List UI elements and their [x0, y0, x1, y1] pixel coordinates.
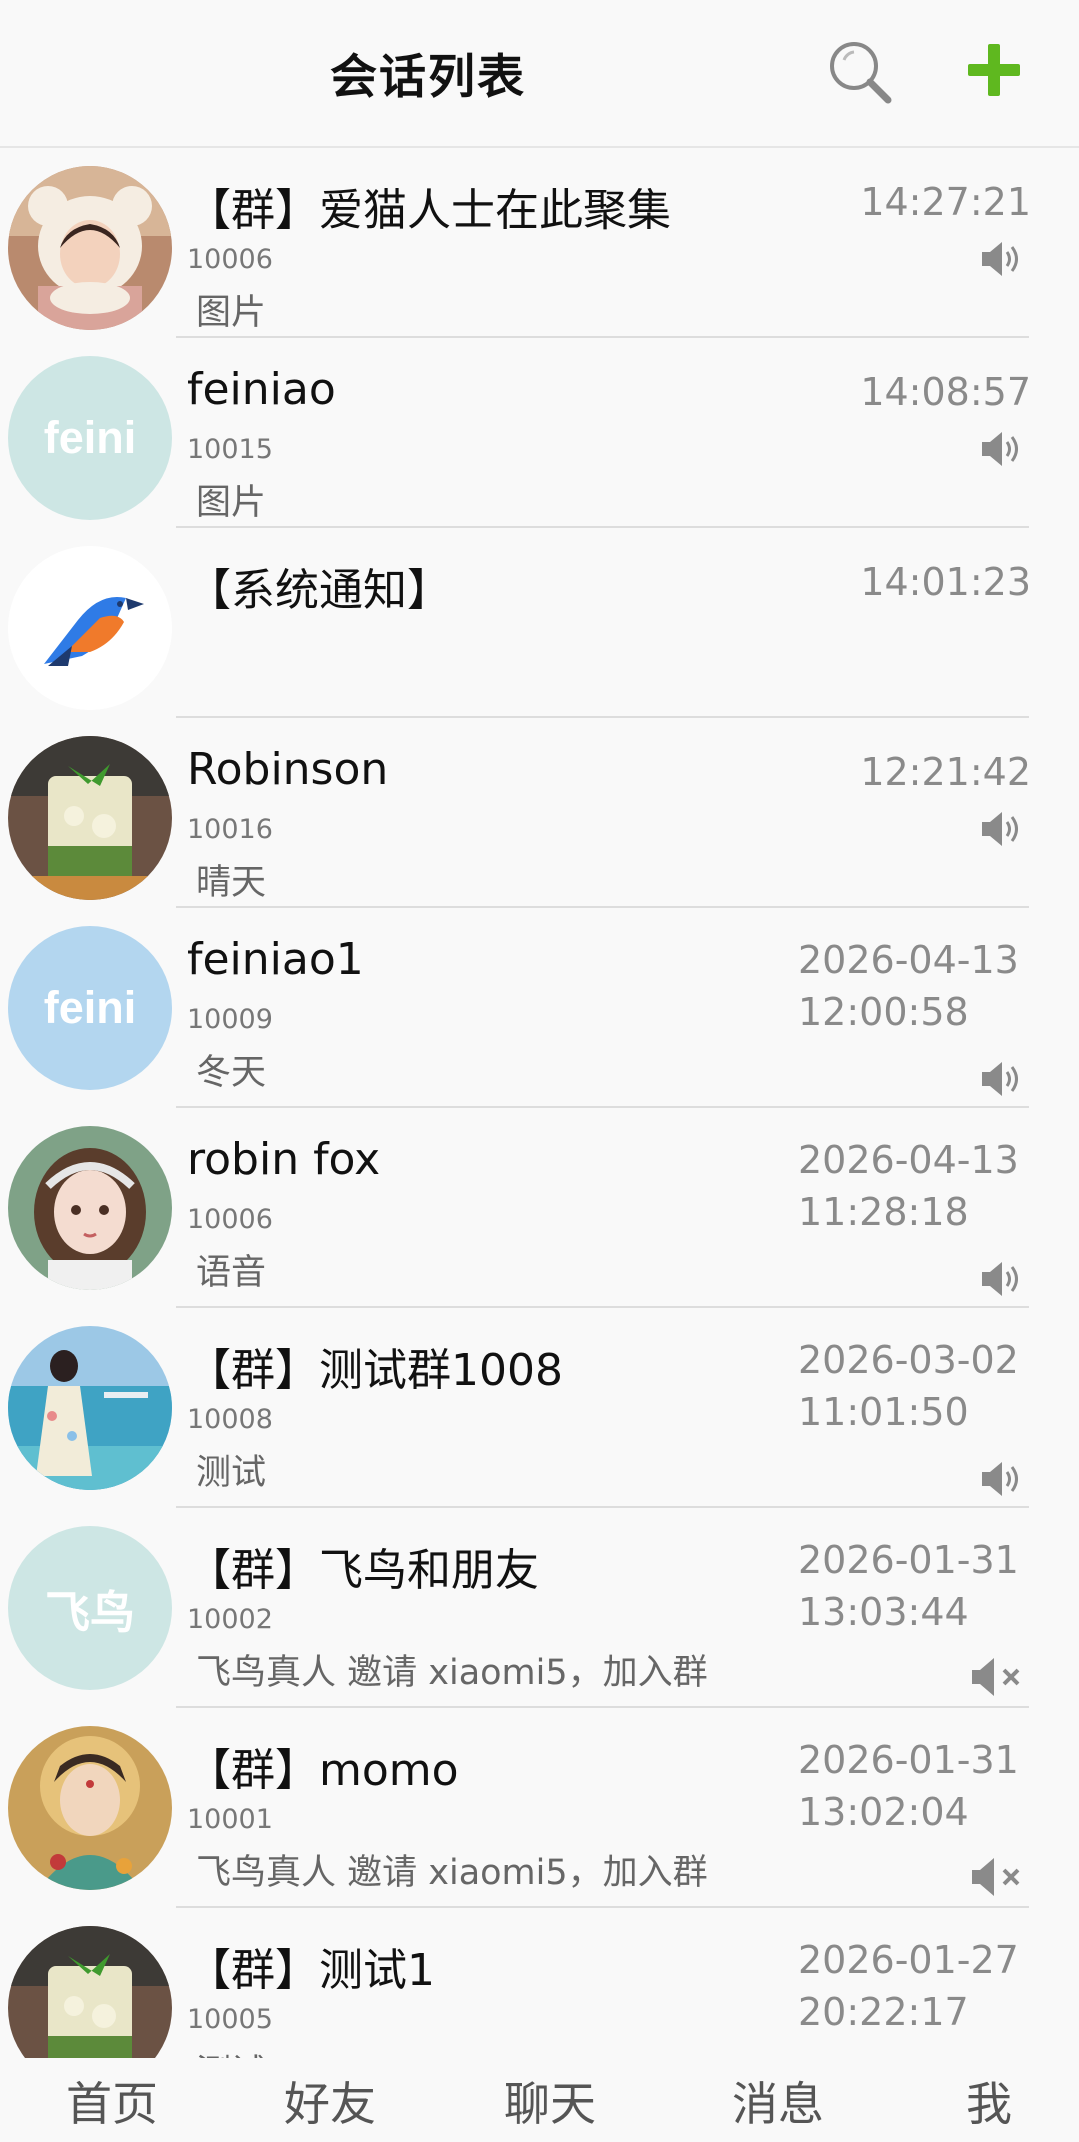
conversation-id: 10009 — [187, 1004, 273, 1035]
message-time: 14:01:23 — [860, 560, 1031, 604]
search-button[interactable] — [822, 34, 902, 114]
conversation-name: 【系统通知】 — [187, 565, 451, 616]
mute-icon — [972, 1858, 1020, 1896]
message-date: 2026-04-13 — [798, 1138, 1019, 1182]
mute-icon — [972, 1658, 1020, 1696]
conversation-list[interactable]: 【群】爱猫人士在此聚集 10006 图片 14:27:21 feini fein… — [0, 148, 1079, 2058]
message-date: 2026-04-13 — [798, 938, 1019, 982]
nav-friends[interactable]: 好友 — [284, 2068, 376, 2134]
bottom-navigation: 首页 好友 聊天 消息 我 — [0, 2060, 1079, 2142]
message-time: 11:01:50 — [798, 1390, 969, 1434]
conversation-id: 10001 — [187, 1804, 273, 1835]
message-date: 2026-01-31 — [798, 1538, 1019, 1582]
conversation-id: 10002 — [187, 1604, 273, 1635]
avatar[interactable]: feini — [8, 926, 172, 1090]
conversation-id: 10005 — [187, 2004, 273, 2035]
avatar[interactable] — [8, 166, 172, 330]
conversation-row[interactable]: feini feiniao1 10009 冬天 2026-04-13 12:00… — [0, 908, 1079, 1108]
message-time: 13:02:04 — [798, 1790, 969, 1834]
avatar-initials: 飞鸟 — [44, 1586, 135, 1638]
avatar[interactable]: 飞鸟 — [8, 1526, 172, 1690]
bird-logo-icon — [8, 546, 172, 710]
avatar-initials: feini — [43, 982, 137, 1033]
message-date: 2026-01-27 — [798, 1938, 1019, 1982]
speaker-icon — [982, 432, 1018, 466]
conversation-name: robin fox — [187, 1134, 381, 1185]
photo-goddess-painting — [8, 1726, 172, 1890]
speaker-icon — [982, 812, 1018, 846]
conversation-row[interactable]: 【系统通知】 14:01:23 — [0, 528, 1079, 718]
message-time: 20:22:17 — [798, 1990, 969, 2034]
conversation-row[interactable]: 【群】测试群1008 10008 测试 2026-03-02 11:01:50 — [0, 1308, 1079, 1508]
conversation-name: feiniao — [187, 364, 336, 415]
message-time: 12:00:58 — [798, 990, 969, 1034]
conversation-id: 10006 — [187, 244, 273, 275]
plus-icon — [968, 44, 1020, 96]
avatar-initials: feini — [43, 412, 137, 463]
conversation-name: feiniao1 — [187, 934, 364, 985]
conversation-row[interactable]: 【群】测试1 10005 测试 2026-01-27 20:22:17 — [0, 1908, 1079, 2058]
message-time: 14:08:57 — [860, 370, 1031, 414]
conversation-row[interactable]: feini feiniao 10015 图片 14:08:57 — [0, 338, 1079, 528]
last-message: 测试 — [196, 2044, 266, 2058]
avatar[interactable] — [8, 1326, 172, 1490]
nav-home[interactable]: 首页 — [66, 2068, 158, 2134]
conversation-row[interactable]: Robinson 10016 晴天 12:21:42 — [0, 718, 1079, 908]
conversation-name: 【群】momo — [187, 1745, 459, 1796]
last-message: 图片 — [196, 483, 267, 523]
conversation-name: Robinson — [187, 744, 389, 795]
avatar[interactable] — [8, 736, 172, 900]
message-date: 2026-03-02 — [798, 1338, 1019, 1382]
conversation-row[interactable]: robin fox 10006 语音 2026-04-13 11:28:18 — [0, 1108, 1079, 1308]
last-message: 图片 — [196, 293, 267, 333]
conversation-id: 10015 — [187, 434, 273, 465]
speaker-icon — [982, 1462, 1018, 1496]
last-message: 飞鸟真人 邀请 xiaomi5，加入群 — [196, 1653, 708, 1693]
message-date: 2026-01-31 — [798, 1738, 1019, 1782]
message-time: 12:21:42 — [860, 750, 1031, 794]
message-time: 11:28:18 — [798, 1190, 969, 1234]
message-time: 14:27:21 — [860, 180, 1031, 224]
conversation-name: 【群】测试群1008 — [187, 1345, 563, 1396]
speaker-icon — [982, 242, 1018, 276]
conversation-name: 【群】爱猫人士在此聚集 — [187, 185, 671, 236]
avatar[interactable] — [8, 1926, 172, 2058]
conversation-name: 【群】测试1 — [187, 1945, 435, 1996]
search-icon — [830, 42, 892, 104]
last-message: 测试 — [196, 1453, 267, 1493]
avatar[interactable] — [8, 1726, 172, 1890]
photo-mojito-drink — [8, 736, 172, 900]
photo-mojito-drink — [8, 1926, 172, 2058]
photo-girl-bear-hat — [8, 166, 172, 330]
last-message: 语音 — [196, 1253, 267, 1293]
conversation-row[interactable]: 飞鸟 【群】飞鸟和朋友 10002 飞鸟真人 邀请 xiaomi5，加入群 20… — [0, 1508, 1079, 1708]
add-button[interactable] — [962, 38, 1026, 102]
conversation-id: 10008 — [187, 1404, 273, 1435]
conversation-name: 【群】飞鸟和朋友 — [187, 1545, 539, 1596]
conversation-row[interactable]: 【群】momo 10001 飞鸟真人 邀请 xiaomi5，加入群 2026-0… — [0, 1708, 1079, 1908]
last-message: 晴天 — [196, 863, 267, 903]
nav-chat[interactable]: 聊天 — [504, 2068, 596, 2134]
speaker-icon — [982, 1062, 1018, 1096]
conversation-row[interactable]: 【群】爱猫人士在此聚集 10006 图片 14:27:21 — [0, 148, 1079, 338]
photo-beach-girl — [8, 1326, 172, 1490]
message-time: 13:03:44 — [798, 1590, 969, 1634]
photo-anime-girl — [8, 1126, 172, 1290]
last-message: 飞鸟真人 邀请 xiaomi5，加入群 — [196, 1853, 708, 1893]
nav-messages[interactable]: 消息 — [732, 2068, 824, 2134]
avatar[interactable] — [8, 546, 172, 710]
avatar[interactable]: feini — [8, 356, 172, 520]
conversation-id: 10006 — [187, 1204, 273, 1235]
header-bar: 会话列表 — [0, 0, 1079, 148]
last-message: 冬天 — [196, 1053, 267, 1093]
speaker-icon — [982, 1262, 1018, 1296]
nav-me[interactable]: 我 — [966, 2068, 1012, 2134]
conversation-id: 10016 — [187, 814, 273, 845]
avatar[interactable] — [8, 1126, 172, 1290]
page-title: 会话列表 — [330, 50, 526, 105]
